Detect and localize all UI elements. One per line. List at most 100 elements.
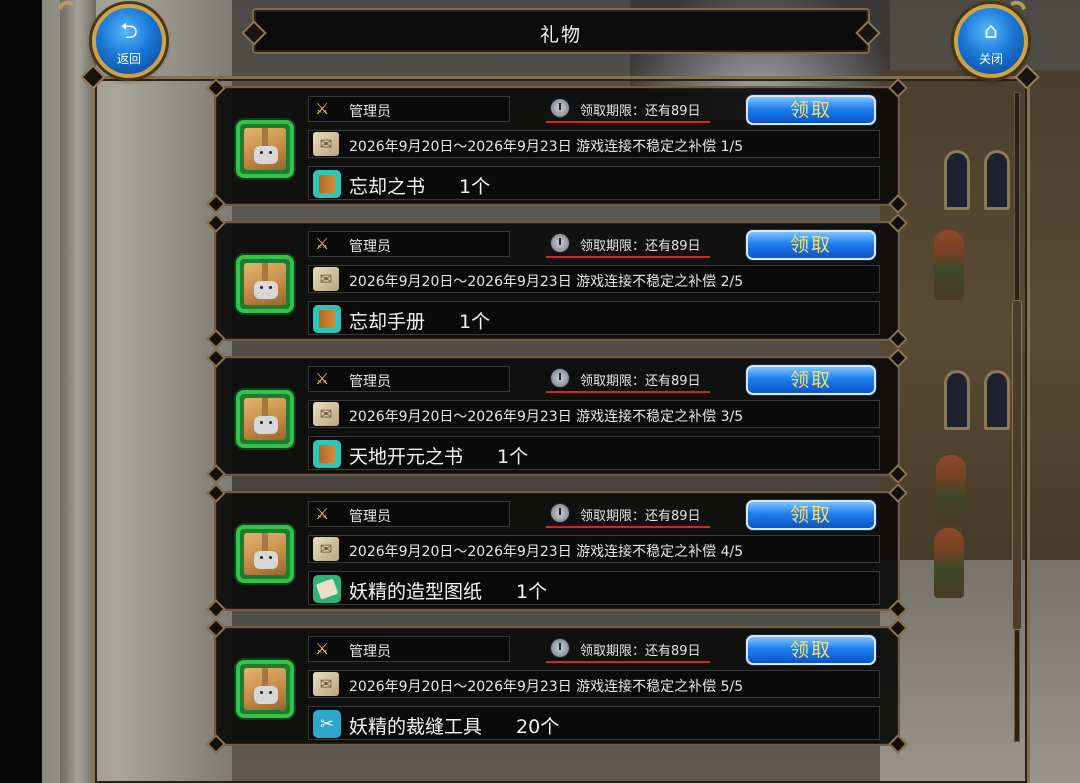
gift-box-icon: [236, 255, 294, 313]
deadline-underline: [546, 256, 710, 258]
item-quantity: 1个: [516, 581, 548, 603]
return-arrow-icon: ⮌: [120, 19, 138, 44]
message-row: ✉ 2026年9月20日～2026年9月23日 游戏连接不稳定之补偿 4/5: [308, 535, 880, 563]
item-row: 天地开元之书 1个: [308, 436, 880, 470]
message-text: 2026年9月20日～2026年9月23日 游戏连接不稳定之补偿 5/5: [349, 679, 744, 695]
sender-row: ⚔ 管理员: [308, 96, 510, 122]
claim-button[interactable]: 领取: [746, 635, 876, 665]
item-quantity: 1个: [459, 176, 491, 198]
stopwatch-icon: [550, 638, 570, 658]
sender-row: ⚔ 管理员: [308, 501, 510, 527]
item-name: 天地开元之书: [349, 446, 464, 468]
deadline-underline: [546, 391, 710, 393]
admin-badge-icon: ⚔: [315, 504, 330, 523]
gift-box-icon: [236, 525, 294, 583]
stopwatch-icon: [550, 503, 570, 523]
close-button[interactable]: ⌂ 关闭: [954, 4, 1028, 78]
deadline: 领取期限：还有89日: [546, 501, 710, 528]
gift-box-icon: [236, 390, 294, 448]
message-text: 2026年9月20日～2026年9月23日 游戏连接不稳定之补偿 2/5: [349, 274, 744, 290]
admin-badge-icon: ⚔: [315, 639, 330, 658]
gift-card: ⚔ 管理员 领取期限：还有89日 领取 ✉ 2026年9月20日～2026年9月…: [206, 348, 908, 484]
letter-scroll-icon: ✉: [313, 132, 339, 156]
sender-name: 管理员: [349, 644, 391, 660]
scrollbar-thumb[interactable]: [1012, 300, 1022, 630]
claim-button[interactable]: 领取: [746, 365, 876, 395]
gift-box-icon: [236, 660, 294, 718]
gift-card: ⚔ 管理员 领取期限：还有89日 领取 ✉ 2026年9月20日～2026年9月…: [206, 483, 908, 619]
deadline-underline: [546, 121, 710, 123]
title-bar: 礼物: [252, 8, 870, 54]
back-button[interactable]: ⮌ 返回: [92, 4, 166, 78]
sender-name: 管理员: [349, 104, 391, 120]
admin-badge-icon: ⚔: [315, 234, 330, 253]
item-name: 忘却之书: [349, 176, 426, 198]
book-icon: [313, 305, 341, 333]
claim-button[interactable]: 领取: [746, 95, 876, 125]
claim-button[interactable]: 领取: [746, 500, 876, 530]
item-row: ✂ 妖精的裁缝工具 20个: [308, 706, 880, 740]
sender-row: ⚔ 管理员: [308, 366, 510, 392]
deadline: 领取期限：还有89日: [546, 231, 710, 258]
deadline-text: 领取期限：还有89日: [580, 374, 701, 389]
blueprint-scroll-icon: [313, 575, 341, 603]
close-button-label: 关闭: [978, 52, 1003, 66]
deadline: 领取期限：还有89日: [546, 366, 710, 393]
page-title: 礼物: [539, 24, 582, 46]
item-name: 妖精的造型图纸: [349, 581, 483, 603]
gift-card: ⚔ 管理员 领取期限：还有89日 领取 ✉ 2026年9月20日～2026年9月…: [206, 213, 908, 349]
sender-name: 管理员: [349, 374, 391, 390]
item-name-quantity: 妖精的裁缝工具 20个: [349, 712, 559, 739]
home-icon: ⌂: [984, 19, 998, 44]
deadline-text: 领取期限：还有89日: [580, 509, 701, 524]
message-text: 2026年9月20日～2026年9月23日 游戏连接不稳定之补偿 4/5: [349, 544, 744, 560]
message-text: 2026年9月20日～2026年9月23日 游戏连接不稳定之补偿 3/5: [349, 409, 744, 425]
item-name: 妖精的裁缝工具: [349, 716, 483, 738]
sender-name: 管理员: [349, 239, 391, 255]
stone-pillar: [60, 0, 96, 783]
message-row: ✉ 2026年9月20日～2026年9月23日 游戏连接不稳定之补偿 1/5: [308, 130, 880, 158]
book-icon: [313, 440, 341, 468]
deadline-text: 领取期限：还有89日: [580, 104, 701, 119]
message-row: ✉ 2026年9月20日～2026年9月23日 游戏连接不稳定之补偿 5/5: [308, 670, 880, 698]
message-row: ✉ 2026年9月20日～2026年9月23日 游戏连接不稳定之补偿 2/5: [308, 265, 880, 293]
stopwatch-icon: [550, 233, 570, 253]
back-button-label: 返回: [116, 52, 141, 66]
deadline-text: 领取期限：还有89日: [580, 644, 701, 659]
deadline-underline: [546, 661, 710, 663]
item-quantity: 1个: [497, 446, 529, 468]
message-row: ✉ 2026年9月20日～2026年9月23日 游戏连接不稳定之补偿 3/5: [308, 400, 880, 428]
letter-scroll-icon: ✉: [313, 537, 339, 561]
claim-button[interactable]: 领取: [746, 230, 876, 260]
admin-badge-icon: ⚔: [315, 369, 330, 388]
letter-scroll-icon: ✉: [313, 402, 339, 426]
item-quantity: 20个: [516, 716, 560, 738]
item-row: 忘却手册 1个: [308, 301, 880, 335]
message-text: 2026年9月20日～2026年9月23日 游戏连接不稳定之补偿 1/5: [349, 139, 744, 155]
admin-badge-icon: ⚔: [315, 99, 330, 118]
stopwatch-icon: [550, 368, 570, 388]
gift-box-icon: [236, 120, 294, 178]
deadline: 领取期限：还有89日: [546, 636, 710, 663]
stopwatch-icon: [550, 98, 570, 118]
sender-name: 管理员: [349, 509, 391, 525]
book-icon: [313, 170, 341, 198]
item-row: 妖精的造型图纸 1个: [308, 571, 880, 605]
item-row: 忘却之书 1个: [308, 166, 880, 200]
item-name-quantity: 忘却手册 1个: [349, 307, 490, 334]
gift-card: ⚔ 管理员 领取期限：还有89日 领取 ✉ 2026年9月20日～2026年9月…: [206, 78, 908, 214]
gift-card: ⚔ 管理员 领取期限：还有89日 领取 ✉ 2026年9月20日～2026年9月…: [206, 618, 908, 754]
item-quantity: 1个: [459, 311, 491, 333]
letter-scroll-icon: ✉: [313, 267, 339, 291]
item-name: 忘却手册: [349, 311, 426, 333]
sender-row: ⚔ 管理员: [308, 636, 510, 662]
item-name-quantity: 妖精的造型图纸 1个: [349, 577, 547, 604]
item-name-quantity: 天地开元之书 1个: [349, 442, 528, 469]
sender-row: ⚔ 管理员: [308, 231, 510, 257]
sewing-tool-icon: ✂: [313, 710, 341, 738]
deadline-text: 领取期限：还有89日: [580, 239, 701, 254]
screen-edge: [0, 0, 42, 783]
deadline-underline: [546, 526, 710, 528]
letter-scroll-icon: ✉: [313, 672, 339, 696]
item-name-quantity: 忘却之书 1个: [349, 172, 490, 199]
